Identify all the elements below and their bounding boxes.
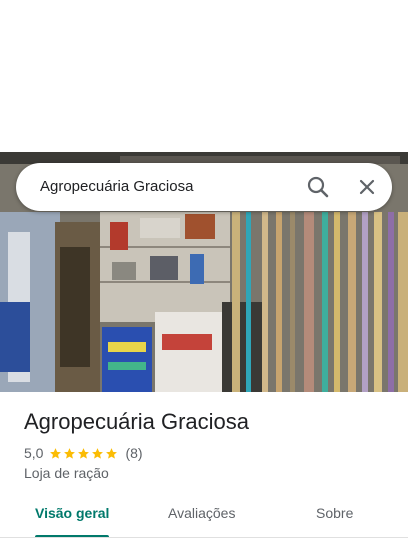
star-icon: [64, 447, 76, 459]
tab-reviews[interactable]: Avaliações: [168, 505, 235, 521]
search-icon[interactable]: [304, 173, 332, 201]
place-category: Loja de ração: [24, 465, 109, 481]
tab-overview[interactable]: Visão geral: [35, 505, 109, 521]
star-icon: [106, 447, 118, 459]
tab-about[interactable]: Sobre: [316, 505, 353, 521]
search-bar[interactable]: Agropecuária Graciosa: [16, 163, 392, 211]
rating-value: 5,0: [24, 445, 44, 461]
place-title: Agropecuária Graciosa: [24, 409, 250, 434]
review-count[interactable]: (8): [125, 445, 142, 461]
search-query-text[interactable]: Agropecuária Graciosa: [40, 178, 193, 195]
tabs-divider: [0, 537, 408, 538]
star-icon: [92, 447, 104, 459]
star-icon: [78, 447, 90, 459]
place-tabs: Visão geral Avaliações Sobre: [0, 494, 408, 538]
star-icon: [50, 447, 62, 459]
close-icon[interactable]: [353, 173, 381, 201]
rating-row[interactable]: 5,0 (8): [24, 444, 143, 462]
rating-stars: [49, 447, 119, 460]
